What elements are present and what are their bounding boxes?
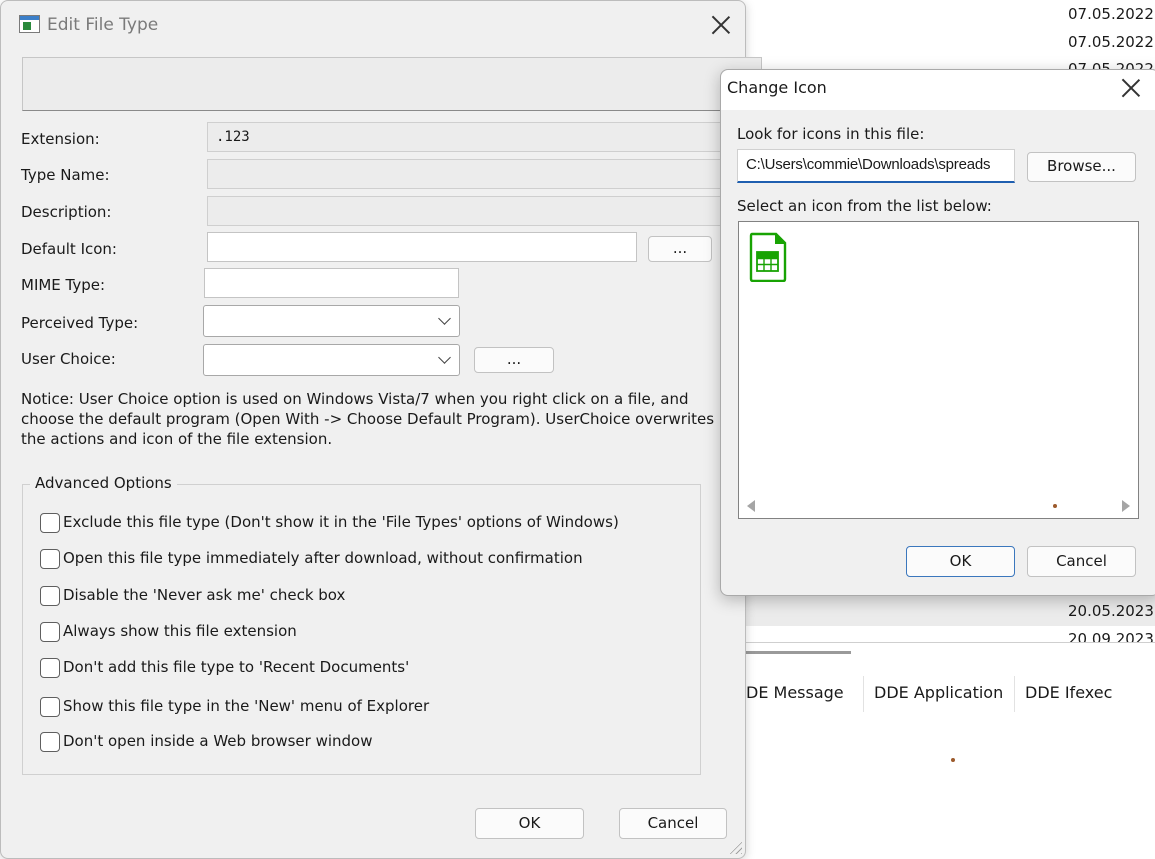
- browse-button[interactable]: Browse...: [1027, 152, 1136, 182]
- extension-label: Extension:: [21, 130, 100, 148]
- checkbox-label: Don't open inside a Web browser window: [63, 732, 373, 750]
- extension-field[interactable]: .123: [207, 122, 767, 152]
- divider: [745, 642, 1155, 643]
- date-cell: 20.05.2023: [1068, 602, 1154, 620]
- description-label: Description:: [21, 203, 112, 221]
- exclude-file-type-checkbox[interactable]: [40, 513, 60, 533]
- checkbox-label: Always show this file extension: [63, 622, 297, 640]
- icon-listbox[interactable]: [738, 221, 1139, 519]
- chevron-down-icon: [438, 351, 451, 364]
- close-icon[interactable]: [710, 14, 732, 36]
- scroll-left-icon[interactable]: [747, 500, 755, 512]
- checkbox-label: Don't add this file type to 'Recent Docu…: [63, 658, 410, 676]
- header-banner: [22, 57, 762, 111]
- ok-button[interactable]: OK: [906, 546, 1015, 577]
- date-cell: 07.05.2022: [1068, 5, 1154, 23]
- date-cell: 07.05.2022: [1068, 33, 1154, 51]
- cancel-button[interactable]: Cancel: [619, 808, 727, 839]
- checkbox-label: Show this file type in the 'New' menu of…: [63, 697, 430, 715]
- app-icon: [19, 15, 40, 33]
- horizontal-scrollbar[interactable]: [739, 494, 1138, 518]
- no-browser-window-checkbox[interactable]: [40, 732, 60, 752]
- mime-type-field[interactable]: [204, 268, 459, 298]
- cursor-dot: [951, 758, 955, 762]
- checkbox-label: Exclude this file type (Don't show it in…: [63, 513, 619, 531]
- perceived-type-label: Perceived Type:: [21, 314, 139, 332]
- user-choice-browse-button[interactable]: ...: [474, 347, 554, 373]
- default-icon-field[interactable]: [207, 232, 637, 262]
- perceived-type-select[interactable]: [203, 305, 460, 337]
- icon-file-path-input[interactable]: C:\Users\commie\Downloads\spreads: [737, 149, 1015, 183]
- type-name-label: Type Name:: [21, 166, 110, 184]
- column-header-dde-ifexec[interactable]: DDE Ifexec: [1014, 676, 1112, 712]
- checkbox-label: Disable the 'Never ask me' check box: [63, 586, 346, 604]
- cancel-button[interactable]: Cancel: [1027, 546, 1136, 577]
- ok-button[interactable]: OK: [475, 808, 584, 839]
- select-icon-label: Select an icon from the list below:: [737, 197, 992, 215]
- dialog-title: Change Icon: [727, 78, 827, 97]
- scroll-right-icon[interactable]: [1122, 500, 1130, 512]
- type-name-field[interactable]: [207, 159, 767, 189]
- spreadsheet-icon[interactable]: [749, 232, 787, 282]
- disable-never-ask-checkbox[interactable]: [40, 586, 60, 606]
- column-header-dde-application[interactable]: DDE Application: [863, 676, 1003, 712]
- look-for-icons-label: Look for icons in this file:: [737, 125, 925, 143]
- user-choice-label: User Choice:: [21, 350, 116, 368]
- column-header-dde-message[interactable]: DE Message: [736, 676, 844, 712]
- chevron-down-icon: [438, 312, 451, 325]
- user-choice-select[interactable]: [203, 344, 460, 376]
- default-icon-browse-button[interactable]: ...: [648, 236, 712, 262]
- description-field[interactable]: [207, 196, 767, 226]
- notice-text: Notice: User Choice option is used on Wi…: [21, 390, 715, 448]
- show-in-new-menu-checkbox[interactable]: [40, 697, 60, 717]
- default-icon-label: Default Icon:: [21, 240, 117, 258]
- mime-type-label: MIME Type:: [21, 276, 106, 294]
- open-after-download-checkbox[interactable]: [40, 549, 60, 569]
- no-recent-documents-checkbox[interactable]: [40, 658, 60, 678]
- close-icon[interactable]: [1120, 77, 1142, 99]
- advanced-options-title: Advanced Options: [30, 474, 177, 492]
- cursor-dot: [1053, 504, 1057, 508]
- checkbox-label: Open this file type immediately after do…: [63, 549, 583, 567]
- splitter[interactable]: [745, 651, 851, 654]
- dialog-title: Edit File Type: [47, 15, 159, 35]
- always-show-extension-checkbox[interactable]: [40, 622, 60, 642]
